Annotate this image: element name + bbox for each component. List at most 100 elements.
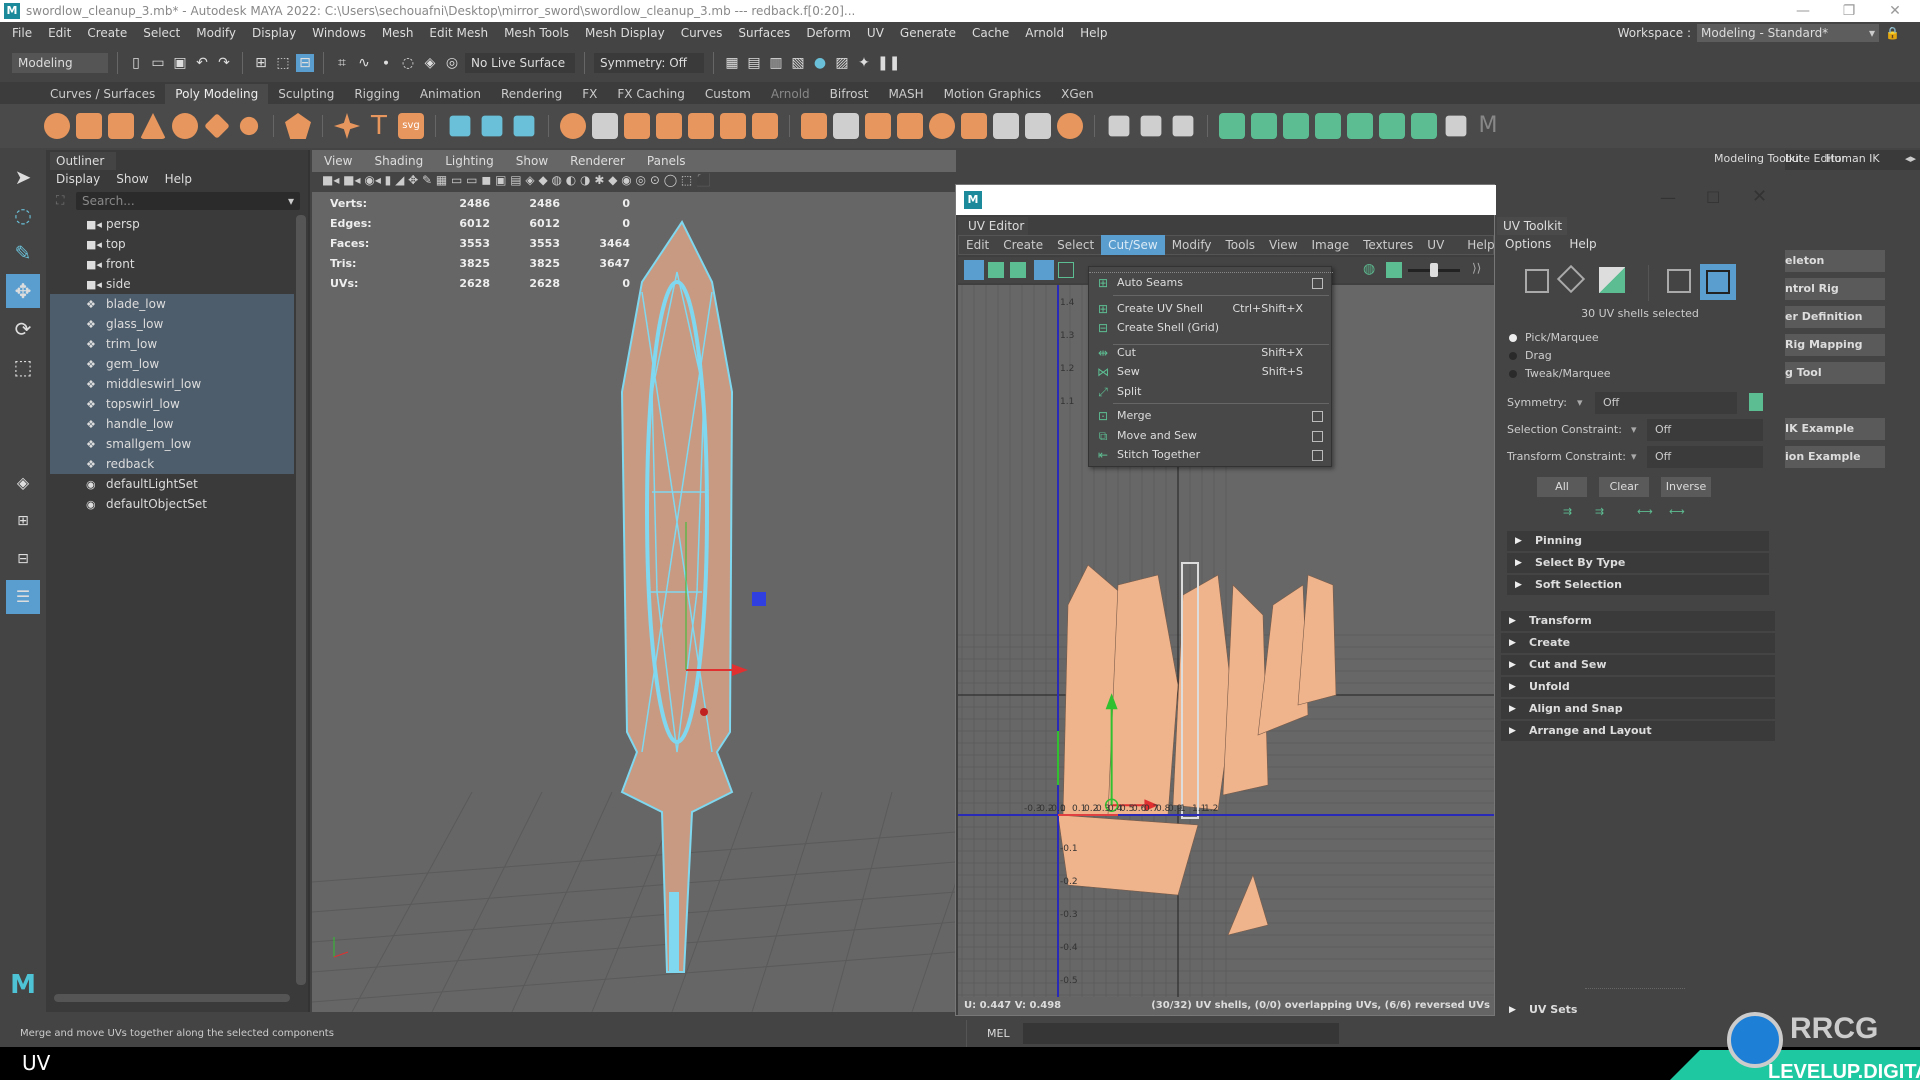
outliner-item[interactable]: ◉ defaultObjectSet — [50, 494, 294, 514]
vp-menu-panels[interactable]: Panels — [647, 154, 686, 168]
outliner-menu-display[interactable]: Display — [56, 170, 100, 188]
target-weld-icon[interactable] — [897, 113, 923, 139]
panel-resize-handle[interactable] — [1585, 988, 1685, 989]
menu-mesh-display[interactable]: Mesh Display — [577, 26, 673, 40]
move-tool-icon[interactable]: ✥ — [6, 274, 40, 308]
vp-menu-show[interactable]: Show — [516, 154, 548, 168]
planar-mapping-icon[interactable] — [1219, 113, 1245, 139]
shelf-tab-bifrost[interactable]: Bifrost — [820, 84, 879, 104]
camera-based-mapping-icon[interactable] — [1347, 113, 1373, 139]
outliner-item[interactable]: ❖ handle_low — [50, 414, 294, 434]
uv-window-maximize-button[interactable]: ☐ — [1706, 188, 1720, 207]
shelf-tab-custom[interactable]: Custom — [695, 84, 761, 104]
face-mode-icon[interactable] — [1599, 267, 1625, 293]
poly-disc-icon[interactable] — [239, 116, 259, 136]
automatic-mapping-icon[interactable] — [1315, 113, 1341, 139]
menu-display[interactable]: Display — [244, 26, 304, 40]
transform-constraint-chevron-icon[interactable]: ▾ — [1631, 447, 1637, 467]
separate-icon[interactable] — [481, 115, 503, 137]
menu-cache[interactable]: Cache — [964, 26, 1017, 40]
layout-two-icon[interactable]: ⊟ — [6, 542, 40, 576]
menu-mesh[interactable]: Mesh — [374, 26, 422, 40]
shelf-tab-mash[interactable]: MASH — [878, 84, 933, 104]
animation-example-button[interactable]: ion Example — [1785, 446, 1885, 468]
option-box-icon[interactable] — [1312, 278, 1323, 290]
bevel-icon[interactable] — [752, 113, 778, 139]
menu-item-merge[interactable]: ⊡ Merge — [1089, 406, 1331, 426]
shelf-tab-fx[interactable]: FX — [572, 84, 607, 104]
slide-edge-icon[interactable] — [993, 113, 1019, 139]
uv-menu-select[interactable]: Select — [1050, 235, 1101, 255]
uv-toolkit-tab[interactable]: UV Toolkit — [1497, 217, 1567, 235]
rotate-tool-icon[interactable]: ⟳ — [6, 312, 40, 346]
lasso-tool-icon[interactable]: ◌ — [6, 198, 40, 232]
toolbar-expand-icon[interactable]: ⟩⟩ — [1472, 261, 1481, 275]
append-polygon-icon[interactable] — [688, 113, 714, 139]
pause-icon[interactable]: ❚❚ — [877, 54, 900, 72]
toolkit-menu-options[interactable]: Options — [1505, 237, 1551, 251]
scale-tool-icon[interactable]: ⬚ — [6, 350, 40, 384]
live-surface-field[interactable]: No Live Surface — [465, 53, 575, 73]
outliner-item[interactable]: ❖ blade_low — [50, 294, 294, 314]
uv-menu-cut-sew[interactable]: Cut/Sew — [1101, 235, 1165, 255]
menu-item-auto-seams[interactable]: ⊞ Auto Seams — [1089, 273, 1331, 293]
clear-selection-button[interactable]: Clear — [1599, 477, 1649, 497]
camera-icon[interactable]: ■◂ ■◂ ◉◂ ▮ ◢ ✥ ✎ ▦ ▭ ▭ ◼ ▣ ▤ ◈ ◆ ◍ ◐ ◑ ✱… — [322, 173, 711, 187]
circularize-icon[interactable] — [929, 113, 955, 139]
outliner-item[interactable]: ■◂ top — [50, 234, 294, 254]
symmetry-field[interactable]: Symmetry: Off — [594, 53, 704, 73]
section-transform[interactable]: Transform — [1501, 611, 1775, 631]
toolkit-menu-help[interactable]: Help — [1569, 237, 1596, 251]
menu-item-create-shell-grid[interactable]: ⊟ Create Shell (Grid) — [1089, 318, 1331, 338]
outliner-item[interactable]: ❖ glass_low — [50, 314, 294, 334]
center-pivot-icon[interactable] — [1108, 115, 1130, 137]
subsection-select-by-type[interactable]: Select By Type — [1507, 553, 1769, 573]
shelf-tab-curves-surfaces[interactable]: Curves / Surfaces — [40, 84, 165, 104]
freeze-transform-icon[interactable] — [1140, 115, 1162, 137]
uv-menu-modify[interactable]: Modify — [1165, 235, 1219, 255]
grow-selection-icon[interactable]: ⟷ — [1669, 505, 1685, 518]
selection-constraint-dropdown[interactable]: Off — [1647, 419, 1763, 441]
ipr-render-icon[interactable]: ▥ — [767, 54, 785, 72]
create-skeleton-button[interactable]: eleton — [1785, 250, 1885, 272]
radio-tweak-marquee[interactable]: Tweak/Marquee — [1509, 365, 1611, 383]
extrude-icon[interactable] — [592, 113, 618, 139]
outliner-item[interactable]: ■◂ front — [50, 254, 294, 274]
uv-window-close-button[interactable]: ✕ — [1752, 186, 1767, 207]
option-box-icon[interactable] — [1312, 411, 1323, 423]
workspace-dropdown[interactable]: Modeling - Standard* — [1697, 24, 1880, 42]
uv-select-icon[interactable] — [988, 262, 1004, 278]
outliner-item[interactable]: ❖ topswirl_low — [50, 394, 294, 414]
section-unfold[interactable]: Unfold — [1501, 677, 1775, 697]
symmetry-chevron-icon[interactable]: ▾ — [1577, 393, 1583, 413]
menu-mesh-tools[interactable]: Mesh Tools — [496, 26, 577, 40]
menu-item-cut[interactable]: ⇹ Cut Shift+X — [1089, 343, 1331, 363]
outliner-search-input[interactable]: Search... — [76, 192, 300, 210]
offset-edge-loop-icon[interactable] — [865, 113, 891, 139]
vp-menu-renderer[interactable]: Renderer — [570, 154, 625, 168]
menu-curves[interactable]: Curves — [673, 26, 731, 40]
save-scene-icon[interactable]: ▣ — [171, 54, 189, 72]
cylindrical-mapping-icon[interactable] — [1251, 113, 1277, 139]
single-view-icon[interactable]: ◈ — [6, 466, 40, 500]
platonic-solid-icon[interactable] — [285, 113, 311, 139]
spherical-mapping-icon[interactable] — [1283, 113, 1309, 139]
menu-item-create-uv-shell[interactable]: ⊞ Create UV Shell Ctrl+Shift+X — [1089, 299, 1331, 319]
menu-item-move-and-sew[interactable]: ⧉ Move and Sew — [1089, 426, 1331, 446]
subsection-soft-selection[interactable]: Soft Selection — [1507, 575, 1769, 595]
shelf-tab-animation[interactable]: Animation — [410, 84, 491, 104]
select-tool-icon[interactable]: ➤ — [6, 160, 40, 194]
quad-draw-icon[interactable] — [961, 113, 987, 139]
close-button[interactable]: ✕ — [1872, 0, 1918, 22]
new-scene-icon[interactable]: ▯ — [127, 54, 145, 72]
hypershade-icon[interactable]: ● — [811, 54, 829, 72]
outliner-menu-show[interactable]: Show — [116, 170, 148, 188]
uv-mode-icon[interactable] — [1667, 269, 1691, 293]
grid-display-icon[interactable] — [1034, 260, 1054, 280]
tab-scroll-arrows[interactable]: ◂▸ — [1905, 152, 1916, 165]
character-definition-button[interactable]: er Definition — [1785, 306, 1885, 328]
uv-editor-icon[interactable] — [1379, 113, 1405, 139]
uv-menu-edit[interactable]: Edit — [959, 235, 996, 255]
uv-menu-image[interactable]: Image — [1305, 235, 1357, 255]
retargeting-tool-button[interactable]: g Tool — [1785, 362, 1885, 384]
